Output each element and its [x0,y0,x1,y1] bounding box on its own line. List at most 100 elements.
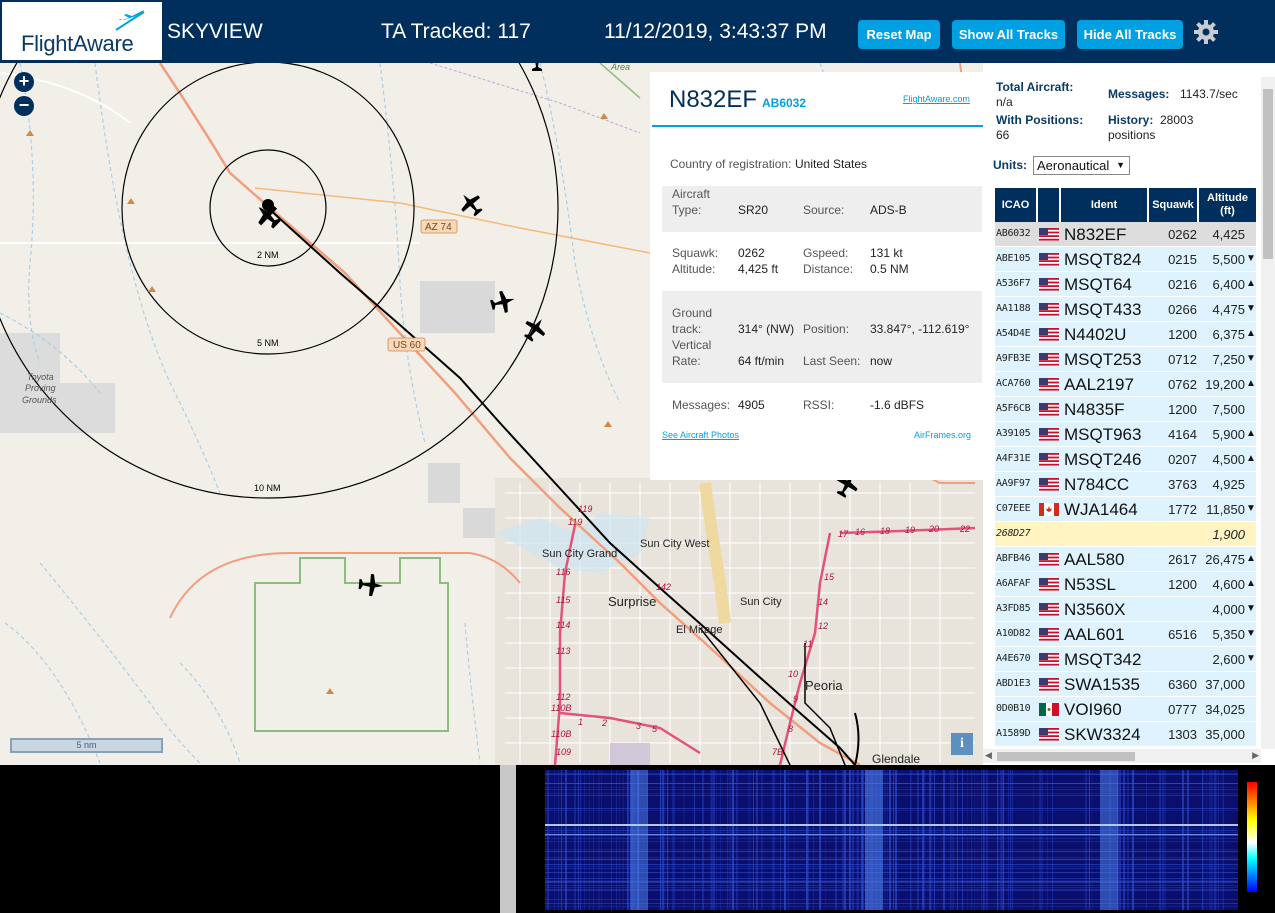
us-flag-icon [1039,728,1059,741]
table-row[interactable]: C07EEE WJA1464 1772 11,850 ▼ [995,497,1256,522]
table-row[interactable]: AA1188 MSQT433 0266 4,475 ▼ [995,297,1256,322]
reset-map-button[interactable]: Reset Map [858,20,940,49]
row-squawk: 0216 [1168,277,1197,292]
row-altitude: 2,600 [1212,652,1245,667]
scroll-right-icon[interactable]: ▶ [1252,750,1259,761]
table-row[interactable]: A6AFAF N53SL 1200 4,600 ▲ [995,572,1256,597]
zoom-out-button[interactable]: − [14,96,34,116]
country-label: Country of registration: [670,157,792,171]
table-row[interactable]: A4F31E MSQT246 0207 4,500 ▲ [995,447,1256,472]
row-ident: MSQT824 [1064,250,1142,269]
horizontal-scrollbar[interactable]: ◀ ▶ [983,749,1261,763]
units-select[interactable]: Aeronautical ▼ [1033,156,1130,175]
flightaware-logo[interactable]: FlightAware [2,2,162,60]
flightaware-link[interactable]: FlightAware.com [903,94,970,104]
altitude-trend-icon: ▲ [1246,378,1256,389]
row-altitude: 7,250 [1212,352,1245,367]
row-icao: A9FB3E [996,353,1031,364]
table-row[interactable]: AB6032 N832EF 0262 4,425 [995,222,1256,247]
zoom-in-button[interactable]: + [14,72,34,92]
source-value: ADS-B [870,203,907,217]
table-row[interactable]: A9FB3E MSQT253 0712 7,250 ▼ [995,347,1256,372]
altitude-trend-icon: ▲ [1246,453,1256,464]
row-altitude: 5,350 [1212,627,1245,642]
rssi-label: RSSI: [803,398,835,412]
row-squawk: 0266 [1168,302,1197,317]
row-altitude: 34,025 [1205,702,1245,717]
table-row[interactable]: A4E670 MSQT342 2,600 ▼ [995,647,1256,672]
column-header-altitude[interactable]: Altitude (ft) [1199,188,1256,222]
row-altitude: 26,475 [1205,552,1245,567]
exit-label: 113 [556,646,570,656]
table-row[interactable]: ABD1E3 SWA1535 6360 37,000 [995,672,1256,697]
column-header-flag[interactable] [1038,188,1061,222]
panel-splitter[interactable] [500,765,516,913]
hide-all-tracks-button[interactable]: Hide All Tracks [1077,20,1183,49]
row-altitude: 5,900 [1212,427,1245,442]
us-flag-icon [1039,678,1059,691]
table-row[interactable]: ACA760 AAL2197 0762 19,200 ▲ [995,372,1256,397]
row-icao: A10D82 [996,628,1031,639]
aircraft-table: ICAO Ident Squawk Altitude (ft) AB6032 N8… [995,188,1256,749]
row-icao: A4E670 [996,653,1031,664]
table-row[interactable]: ABE105 MSQT824 0215 5,500 ▼ [995,247,1256,272]
table-row[interactable]: 0D0B10 VOI960 0777 34,025 [995,697,1256,722]
show-all-tracks-button[interactable]: Show All Tracks [952,20,1065,49]
us-flag-icon [1039,253,1059,266]
exit-label: 9 [793,694,798,704]
row-ident: VOI960 [1064,700,1122,719]
units-select-value: Aeronautical [1037,158,1110,173]
altitude-trend-icon: ▼ [1246,503,1256,514]
exit-label: 15 [824,572,835,582]
column-header-ident[interactable]: Ident [1061,188,1149,222]
altitude-trend-icon: ▼ [1246,653,1256,664]
column-header-icao[interactable]: ICAO [995,188,1038,222]
table-row[interactable]: A1589D SKW3324 1303 35,000 [995,722,1256,747]
map-label-sun-city-grand: Sun City Grand [542,548,617,560]
row-squawk: 1772 [1168,502,1197,517]
map-info-button[interactable]: i [951,733,973,755]
gear-icon[interactable] [1193,19,1219,45]
row-altitude: 19,200 [1205,377,1245,392]
row-icao: 268D27 [996,528,1031,539]
row-altitude: 5,500 [1212,252,1245,267]
scroll-left-icon[interactable]: ◀ [985,750,992,761]
table-row[interactable]: A10D82 AAL601 6516 5,350 ▼ [995,622,1256,647]
table-row[interactable]: A54D4E N4402U 1200 6,375 ▲ [995,322,1256,347]
row-altitude: 6,375 [1212,327,1245,342]
us-flag-icon [1039,653,1059,666]
with-positions-value: 66 [996,128,1010,142]
table-row[interactable]: A536F7 MSQT64 0216 6,400 ▲ [995,272,1256,297]
table-row[interactable]: AA9F97 N784CC 3763 4,925 [995,472,1256,497]
scrollbar-thumb[interactable] [997,752,1135,761]
aircraft-photos-link[interactable]: See Aircraft Photos [662,430,739,440]
row-altitude: 1,900 [1212,527,1245,542]
row-altitude: 4,425 [1212,227,1245,242]
table-row[interactable]: ABFB46 AAL580 2617 26,475 ▲ [995,547,1256,572]
table-row[interactable]: A3FD85 N3560X 4,000 ▼ [995,597,1256,622]
table-row[interactable]: 268D27 1,900 [995,522,1256,547]
exit-label: 2 [601,718,607,728]
position-label: Position: [803,322,850,336]
us-flag-icon [1039,478,1059,491]
column-header-squawk[interactable]: Squawk [1149,188,1199,222]
total-aircraft-label: Total Aircraft: [996,80,1074,94]
spectrum-panel [0,765,1275,913]
us-flag-icon [1039,578,1059,591]
row-icao: 0D0B10 [996,703,1031,714]
airframes-link[interactable]: AirFrames.org [914,430,971,440]
table-row[interactable]: A39105 MSQT963 4164 5,900 ▲ [995,422,1256,447]
exit-label: 110B [551,729,571,739]
ring-label-5nm: 5 NM [257,338,279,348]
scrollbar-thumb[interactable] [1263,89,1273,259]
altitude-value: 4,425 ft [738,262,779,276]
row-squawk: 6360 [1168,677,1197,692]
tracked-count: TA Tracked: 117 [381,20,531,43]
row-altitude: 4,600 [1212,577,1245,592]
row-altitude: 4,500 [1212,452,1245,467]
vertical-scrollbar[interactable] [1261,77,1275,749]
row-squawk: 1200 [1168,327,1197,342]
table-row[interactable]: A5F6CB N4835F 1200 7,500 [995,397,1256,422]
row-altitude: 35,000 [1205,727,1245,742]
row-squawk: 0207 [1168,452,1197,467]
